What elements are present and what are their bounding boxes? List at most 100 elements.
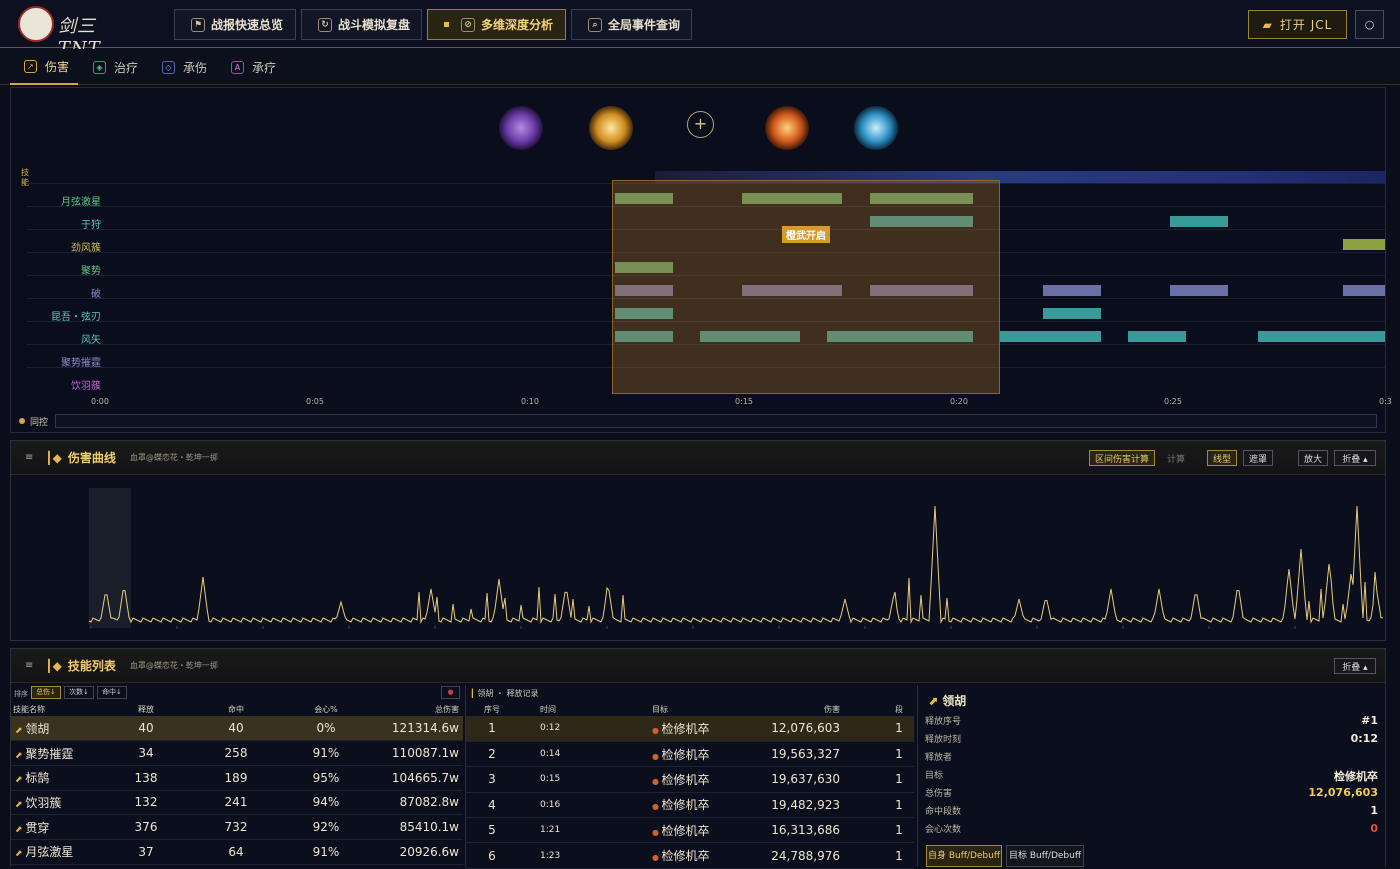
record-index-cell: 3	[466, 766, 518, 793]
line-type-button[interactable]: 线型	[1207, 450, 1237, 466]
nav-event-query[interactable]: ⌕ 全局事件查询	[571, 9, 692, 40]
target-icon: ●	[652, 776, 662, 786]
hit-cell: 241	[171, 790, 301, 816]
total-cell: 20926.6w	[351, 839, 463, 865]
sort-total-button[interactable]: 总伤↓	[31, 686, 61, 699]
nav-deep-analysis[interactable]: ⊘ 多维深度分析	[427, 9, 566, 40]
buff-fire-icon[interactable]	[765, 106, 809, 150]
skill-cast-bar[interactable]	[1128, 331, 1186, 342]
col-crit[interactable]: 会心%	[301, 702, 351, 716]
skill-table-row[interactable]: ⬈ 月弦激星 37 64 91% 20926.6w	[11, 839, 463, 865]
open-jcl-button[interactable]: ▰ 打开 JCL	[1248, 10, 1347, 39]
skill-name-cell: ⬈ 月弦激星	[11, 839, 121, 865]
skill-icon: ⬈	[15, 775, 26, 786]
app-logo[interactable]: 剑三TNT	[18, 6, 138, 59]
nav-label: 多维深度分析	[481, 18, 554, 32]
detail-field-label: 释放者	[925, 753, 953, 763]
hit-cell: 64	[171, 839, 301, 865]
col-cast[interactable]: 释放	[121, 702, 171, 716]
zoom-button[interactable]: 放大	[1298, 450, 1328, 466]
sort-count-button[interactable]: 次数↓	[64, 686, 94, 699]
skill-cast-bar[interactable]	[1343, 285, 1385, 296]
total-cell: 104665.7w	[351, 765, 463, 791]
sort-bar: 排序 总伤↓ 次数↓ 命中↓ ●	[11, 685, 463, 702]
skill-cast-bar[interactable]	[1043, 308, 1101, 319]
damage-curve-chart[interactable]	[11, 476, 1385, 641]
skill-table-row[interactable]: ⬈ 聚势摧霆 34 258 91% 110087.1w	[11, 740, 463, 766]
timeline-x-tick: 0:00	[91, 397, 109, 406]
scrub-track[interactable]	[55, 414, 1377, 428]
timeline-scrubber[interactable]: 同控	[10, 413, 1386, 431]
cast-record-title: ┃ 领胡 ・ 释放记录	[466, 685, 915, 702]
target-icon: ●	[652, 827, 662, 837]
calc-button[interactable]: 计算	[1161, 450, 1191, 466]
scrub-label: 同控	[30, 418, 49, 428]
cast-record-row[interactable]: 6 1:23 ● 检修机卒 24,788,976 1	[466, 842, 914, 869]
col-damage: 伤害	[824, 704, 840, 714]
search-icon: ⌕	[588, 18, 602, 32]
drag-handle-icon[interactable]: ≡	[25, 660, 33, 671]
crit-cell: 92%	[301, 814, 351, 840]
skill-icon: ⬈	[15, 725, 26, 736]
skill-cast-bar[interactable]	[1170, 216, 1228, 227]
tab-damage-taken[interactable]: ◇ 承伤	[162, 49, 222, 85]
cast-record-row[interactable]: 3 0:15 ● 检修机卒 19,637,630 1	[466, 766, 914, 793]
sort-hit-button[interactable]: 命中↓	[97, 686, 127, 699]
cast-record-row[interactable]: 1 0:12 ● 检修机卒 12,076,603 1	[466, 716, 914, 742]
skill-cast-bar[interactable]	[1043, 285, 1101, 296]
record-time-cell: 0:14	[518, 741, 582, 768]
total-cell: 87082.8w	[351, 790, 463, 816]
cast-record-row[interactable]: 5 1:21 ● 检修机卒 16,313,686 1	[466, 817, 914, 844]
detail-field-value: 0:12	[1350, 732, 1378, 745]
record-target-cell: ● 检修机卒	[582, 842, 710, 869]
timeline-x-tick: 0:10	[521, 397, 539, 406]
cast-cell: 37	[121, 839, 171, 865]
tab-heal[interactable]: ◈ 治疗	[93, 49, 153, 85]
col-total[interactable]: 总伤害	[351, 702, 463, 716]
buff-gold-arrow-icon[interactable]	[589, 106, 633, 150]
target-icon: ●	[652, 751, 662, 761]
self-buff-tab[interactable]: 自身 Buff/Debuff	[926, 845, 1002, 867]
total-cell: 85410.1w	[351, 814, 463, 840]
buff-purple-icon[interactable]	[499, 106, 543, 150]
crit-cell: 91%	[301, 839, 351, 865]
mask-button[interactable]: 遮罩	[1243, 450, 1273, 466]
skill-name: 标鹄	[25, 771, 50, 786]
cast-record-row[interactable]: 2 0:14 ● 检修机卒 19,563,327 1	[466, 741, 914, 768]
col-skill-name[interactable]: 技能名称	[11, 702, 121, 716]
record-target: 检修机卒	[661, 747, 710, 762]
nav-battle-replay[interactable]: ↻ 战斗模拟复盘	[301, 9, 422, 40]
range-damage-button[interactable]: 区间伤害计算	[1089, 450, 1155, 466]
tab-damage[interactable]: ↗ 伤害	[10, 49, 78, 85]
record-icon[interactable]: ●	[441, 686, 460, 699]
add-buff-icon[interactable]: +	[687, 111, 714, 138]
target-buff-tab[interactable]: 目标 Buff/Debuff	[1006, 845, 1084, 867]
fold-button[interactable]: 折叠 ▴	[1334, 450, 1376, 466]
skill-cast-bar[interactable]	[1343, 239, 1385, 250]
nav-quick-overview[interactable]: ⚑ 战报快速总览	[174, 9, 296, 40]
skill-icon: ⬈	[15, 799, 26, 810]
skill-table-row[interactable]: ⬈ 领胡 40 40 0% 121314.6w	[11, 716, 463, 742]
tab-heal-received[interactable]: A 承疗	[231, 49, 291, 85]
skill-cast-bar[interactable]	[1258, 331, 1385, 342]
buff-water-icon[interactable]	[854, 106, 898, 150]
settings-button[interactable]: ○	[1355, 10, 1384, 39]
fold-button[interactable]: 折叠 ▴	[1334, 658, 1376, 674]
col-segment: 段	[895, 704, 903, 714]
col-time: 时间	[540, 704, 556, 714]
col-target: 目标	[652, 704, 668, 714]
col-hit[interactable]: 命中	[171, 702, 301, 716]
cast-record-header: 序号 时间 目标 伤害 段	[466, 702, 914, 716]
skill-table-row[interactable]: ⬈ 饮羽簇 132 241 94% 87082.8w	[11, 790, 463, 816]
drag-handle-icon[interactable]: ≡	[25, 452, 33, 463]
timeline-skill-label[interactable]: 饮羽簇	[25, 377, 101, 392]
skill-icon: ⬈	[15, 849, 26, 860]
skill-table-row[interactable]: ⬈ 贯穿 376 732 92% 85410.1w	[11, 814, 463, 840]
diamond-icon: ┃◆	[45, 658, 62, 673]
cast-record-row[interactable]: 4 0:16 ● 检修机卒 19,482,923 1	[466, 792, 914, 819]
skill-cast-bar[interactable]	[1170, 285, 1228, 296]
skill-table-row[interactable]: ⬈ 标鹄 138 189 95% 104665.7w	[11, 765, 463, 791]
record-time-cell: 0:12	[518, 716, 582, 742]
skill-cast-bar[interactable]	[1000, 331, 1101, 342]
record-damage-cell: 24,788,976	[709, 842, 884, 869]
